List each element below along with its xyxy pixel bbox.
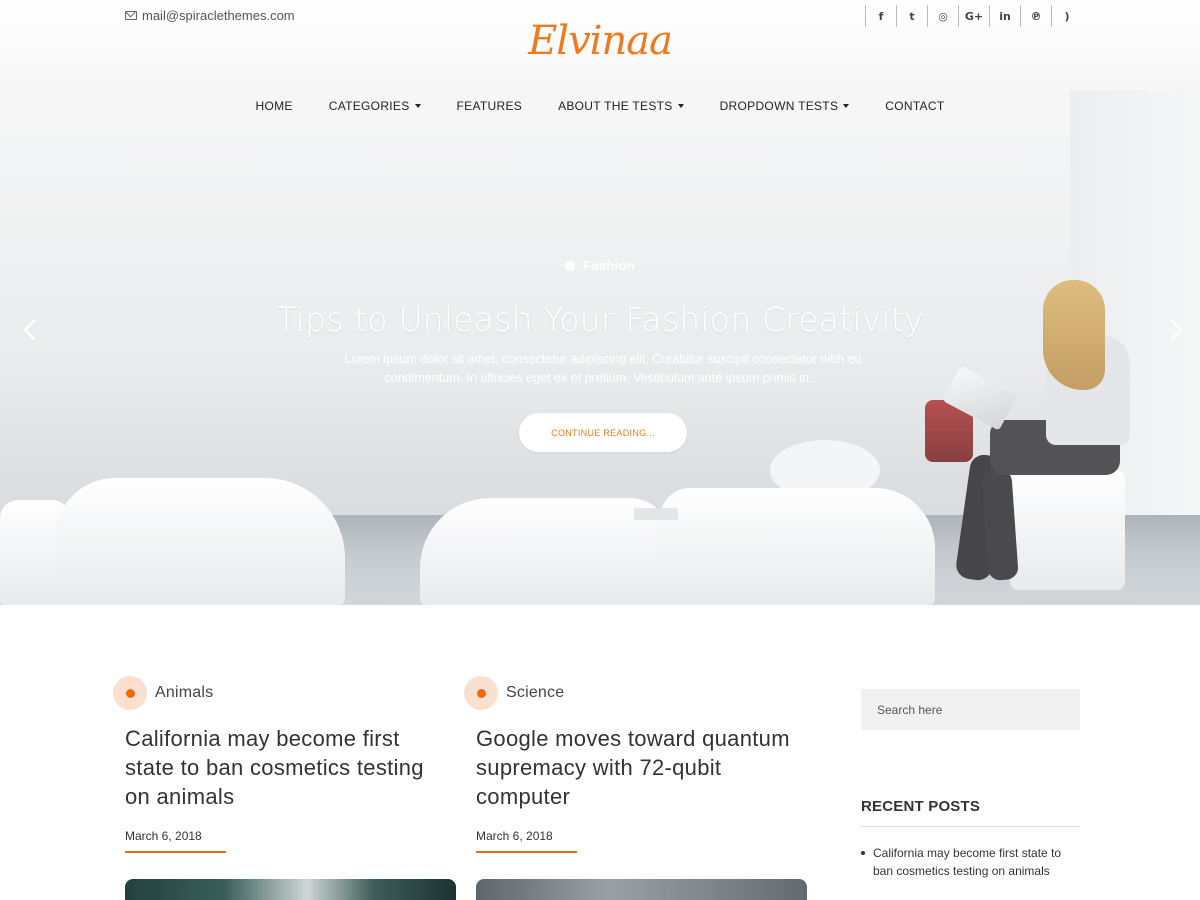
site-logo[interactable]: Elvinaa — [0, 18, 1200, 64]
nav-item-label: CATEGORIES — [328, 99, 410, 113]
nav-item-home[interactable]: HOME — [256, 99, 293, 113]
nav-item-dropdown-tests[interactable]: DROPDOWN TESTS — [720, 99, 850, 113]
nav-item-about-the-tests[interactable]: ABOUT THE TESTS — [558, 99, 684, 113]
nav-item-label: ABOUT THE TESTS — [558, 99, 673, 113]
recent-posts-list: California may become first state to ban… — [861, 844, 1080, 880]
main-nav: HOME CATEGORIES FEATURES ABOUT THE TESTS… — [0, 99, 1200, 113]
slider-next-arrow-icon[interactable] — [1164, 318, 1188, 342]
post-category-label: Science — [506, 684, 565, 701]
recent-post-link[interactable]: California may become first state to ban… — [873, 844, 1080, 880]
caret-down-icon — [843, 104, 850, 108]
divider — [861, 826, 1080, 827]
post-title[interactable]: California may become first state to ban… — [125, 724, 455, 811]
post-category[interactable]: Animals — [113, 676, 453, 710]
category-dot-icon — [565, 260, 576, 271]
recent-post-item[interactable]: California may become first state to ban… — [861, 844, 1080, 880]
nav-item-categories[interactable]: CATEGORIES — [329, 99, 421, 113]
slider-prev-arrow-icon[interactable] — [18, 318, 42, 342]
category-dot-icon — [464, 676, 498, 710]
post-card: Science Google moves toward quantum supr… — [464, 676, 807, 900]
caret-down-icon — [677, 104, 684, 108]
post-thumbnail[interactable] — [125, 879, 456, 900]
post-date-underline — [476, 851, 577, 853]
nav-item-contact[interactable]: CONTACT — [885, 99, 944, 113]
search-input[interactable] — [861, 689, 1080, 730]
post-title[interactable]: Google moves toward quantum supremacy wi… — [476, 724, 806, 811]
post-card: Animals California may become first stat… — [113, 676, 456, 900]
slide-category-label: Fashion — [583, 258, 635, 273]
caret-down-icon — [414, 104, 421, 108]
nav-item-label: HOME — [255, 99, 293, 113]
category-dot-icon — [113, 676, 147, 710]
nav-item-features[interactable]: FEATURES — [457, 99, 523, 113]
nav-item-label: FEATURES — [456, 99, 523, 113]
nav-item-label: DROPDOWN TESTS — [719, 99, 839, 113]
post-category-label: Animals — [155, 684, 214, 701]
recent-posts-heading: RECENT POSTS — [861, 798, 981, 815]
slide-category[interactable]: Fashion — [0, 258, 1200, 273]
bullet-icon — [861, 851, 865, 855]
nav-item-label: CONTACT — [885, 99, 945, 113]
continue-reading-button[interactable]: CONTINUE READING... — [519, 413, 687, 452]
slide-title[interactable]: Tips to Unleash Your Fashion Creativity — [0, 300, 1200, 339]
post-thumbnail[interactable] — [476, 879, 807, 900]
post-category[interactable]: Science — [464, 676, 804, 710]
post-date-underline — [125, 851, 226, 853]
slide-excerpt: Lorem ipsum dolor sit amet, consectetur … — [344, 352, 862, 385]
post-date: March 6, 2018 — [125, 829, 202, 843]
post-date: March 6, 2018 — [476, 829, 553, 843]
